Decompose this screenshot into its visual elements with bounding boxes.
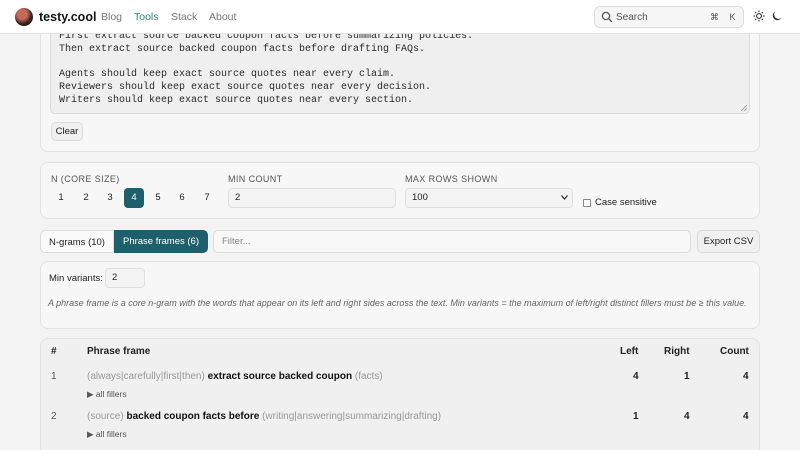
n-size-label: N (CORE SIZE) — [51, 174, 120, 184]
n-option-7[interactable]: 7 — [197, 188, 217, 208]
text-input-content: First extract source backed coupon facts… — [59, 31, 474, 106]
row-2-left: 1 — [633, 411, 639, 422]
row-1-right-fillers: (facts) — [354, 371, 383, 382]
case-sensitive-checkbox[interactable] — [583, 199, 591, 207]
row-1-left-fillers: (always|carefully|first|then) — [87, 371, 205, 382]
max-rows-label: MAX ROWS SHOWN — [405, 174, 498, 184]
n-option-3[interactable]: 3 — [100, 188, 120, 208]
nav-stack[interactable]: Stack — [171, 11, 197, 23]
col-header-count[interactable]: Count — [720, 346, 749, 357]
shortcut-cmd: ⌘ — [710, 12, 719, 22]
max-rows-select[interactable]: 100 — [405, 188, 573, 208]
col-header-index: # — [51, 346, 57, 357]
chevron-down-icon — [561, 195, 568, 200]
theme-light-button[interactable] — [751, 8, 767, 24]
n-option-6[interactable]: 6 — [172, 188, 192, 208]
max-rows-value: 100 — [412, 192, 428, 203]
row-2-right: 4 — [684, 411, 690, 422]
row-2-count: 4 — [743, 411, 749, 422]
min-variants-input[interactable]: 2 — [105, 268, 145, 288]
n-option-4[interactable]: 4 — [124, 188, 144, 208]
n-option-1[interactable]: 1 — [51, 188, 71, 208]
col-header-phrase-frame: Phrase frame — [87, 346, 151, 357]
min-variants-label: Min variants: — [49, 273, 103, 284]
n-option-2[interactable]: 2 — [76, 188, 96, 208]
sun-icon — [753, 10, 765, 22]
col-header-left[interactable]: Left — [620, 346, 638, 357]
row-1-left: 4 — [633, 371, 639, 382]
row-2-index: 2 — [51, 411, 57, 422]
row-1-frame: (always|carefully|first|then) extract so… — [87, 371, 383, 382]
min-count-input[interactable]: 2 — [228, 188, 396, 208]
row-2-core: backed coupon facts before — [126, 411, 260, 422]
export-csv-button[interactable]: Export CSV — [697, 230, 760, 253]
n-option-5[interactable]: 5 — [148, 188, 168, 208]
row-2-frame: (source) backed coupon facts before (wri… — [87, 411, 441, 422]
tab-phrase-frames[interactable]: Phrase frames (6) — [114, 230, 208, 253]
nav-tools[interactable]: Tools — [134, 11, 159, 23]
row-1-count: 4 — [743, 371, 749, 382]
min-count-label: MIN COUNT — [228, 174, 283, 184]
row-2-left-fillers: (source) — [87, 411, 124, 422]
case-sensitive-label: Case sensitive — [595, 197, 657, 208]
tab-ngrams[interactable]: N-grams (10) — [40, 230, 114, 253]
row-1-core: extract source backed coupon — [207, 371, 353, 382]
row-1-right: 1 — [684, 371, 690, 382]
moon-icon — [772, 11, 782, 21]
avatar[interactable] — [15, 8, 33, 26]
nav-about[interactable]: About — [209, 11, 236, 23]
row-1-index: 1 — [51, 371, 57, 382]
shortcut-k: K — [729, 12, 736, 22]
filter-input[interactable]: Filter... — [213, 230, 691, 253]
site-brand[interactable]: testy.cool — [39, 10, 96, 24]
col-header-right[interactable]: Right — [664, 346, 690, 357]
search-icon — [601, 11, 613, 23]
row-1-all-fillers-toggle[interactable]: ▶ all fillers — [87, 389, 127, 400]
search-label: Search — [616, 12, 648, 23]
row-2-all-fillers-toggle[interactable]: ▶ all fillers — [87, 429, 127, 440]
clear-button[interactable]: Clear — [51, 122, 83, 141]
site-header: testy.cool Blog Tools Stack About Search… — [0, 0, 800, 34]
phrase-frame-note: A phrase frame is a core n-gram with the… — [48, 298, 747, 308]
frames-settings-card — [40, 261, 760, 329]
resize-handle-icon[interactable] — [741, 105, 747, 111]
nav-blog[interactable]: Blog — [101, 11, 122, 23]
row-2-right-fillers: (writing|answering|summarizing|drafting) — [262, 411, 442, 422]
search-button[interactable]: Search ⌘ K — [594, 6, 744, 28]
theme-dark-button[interactable] — [769, 8, 785, 24]
text-input[interactable]: First extract source backed coupon facts… — [50, 26, 750, 114]
